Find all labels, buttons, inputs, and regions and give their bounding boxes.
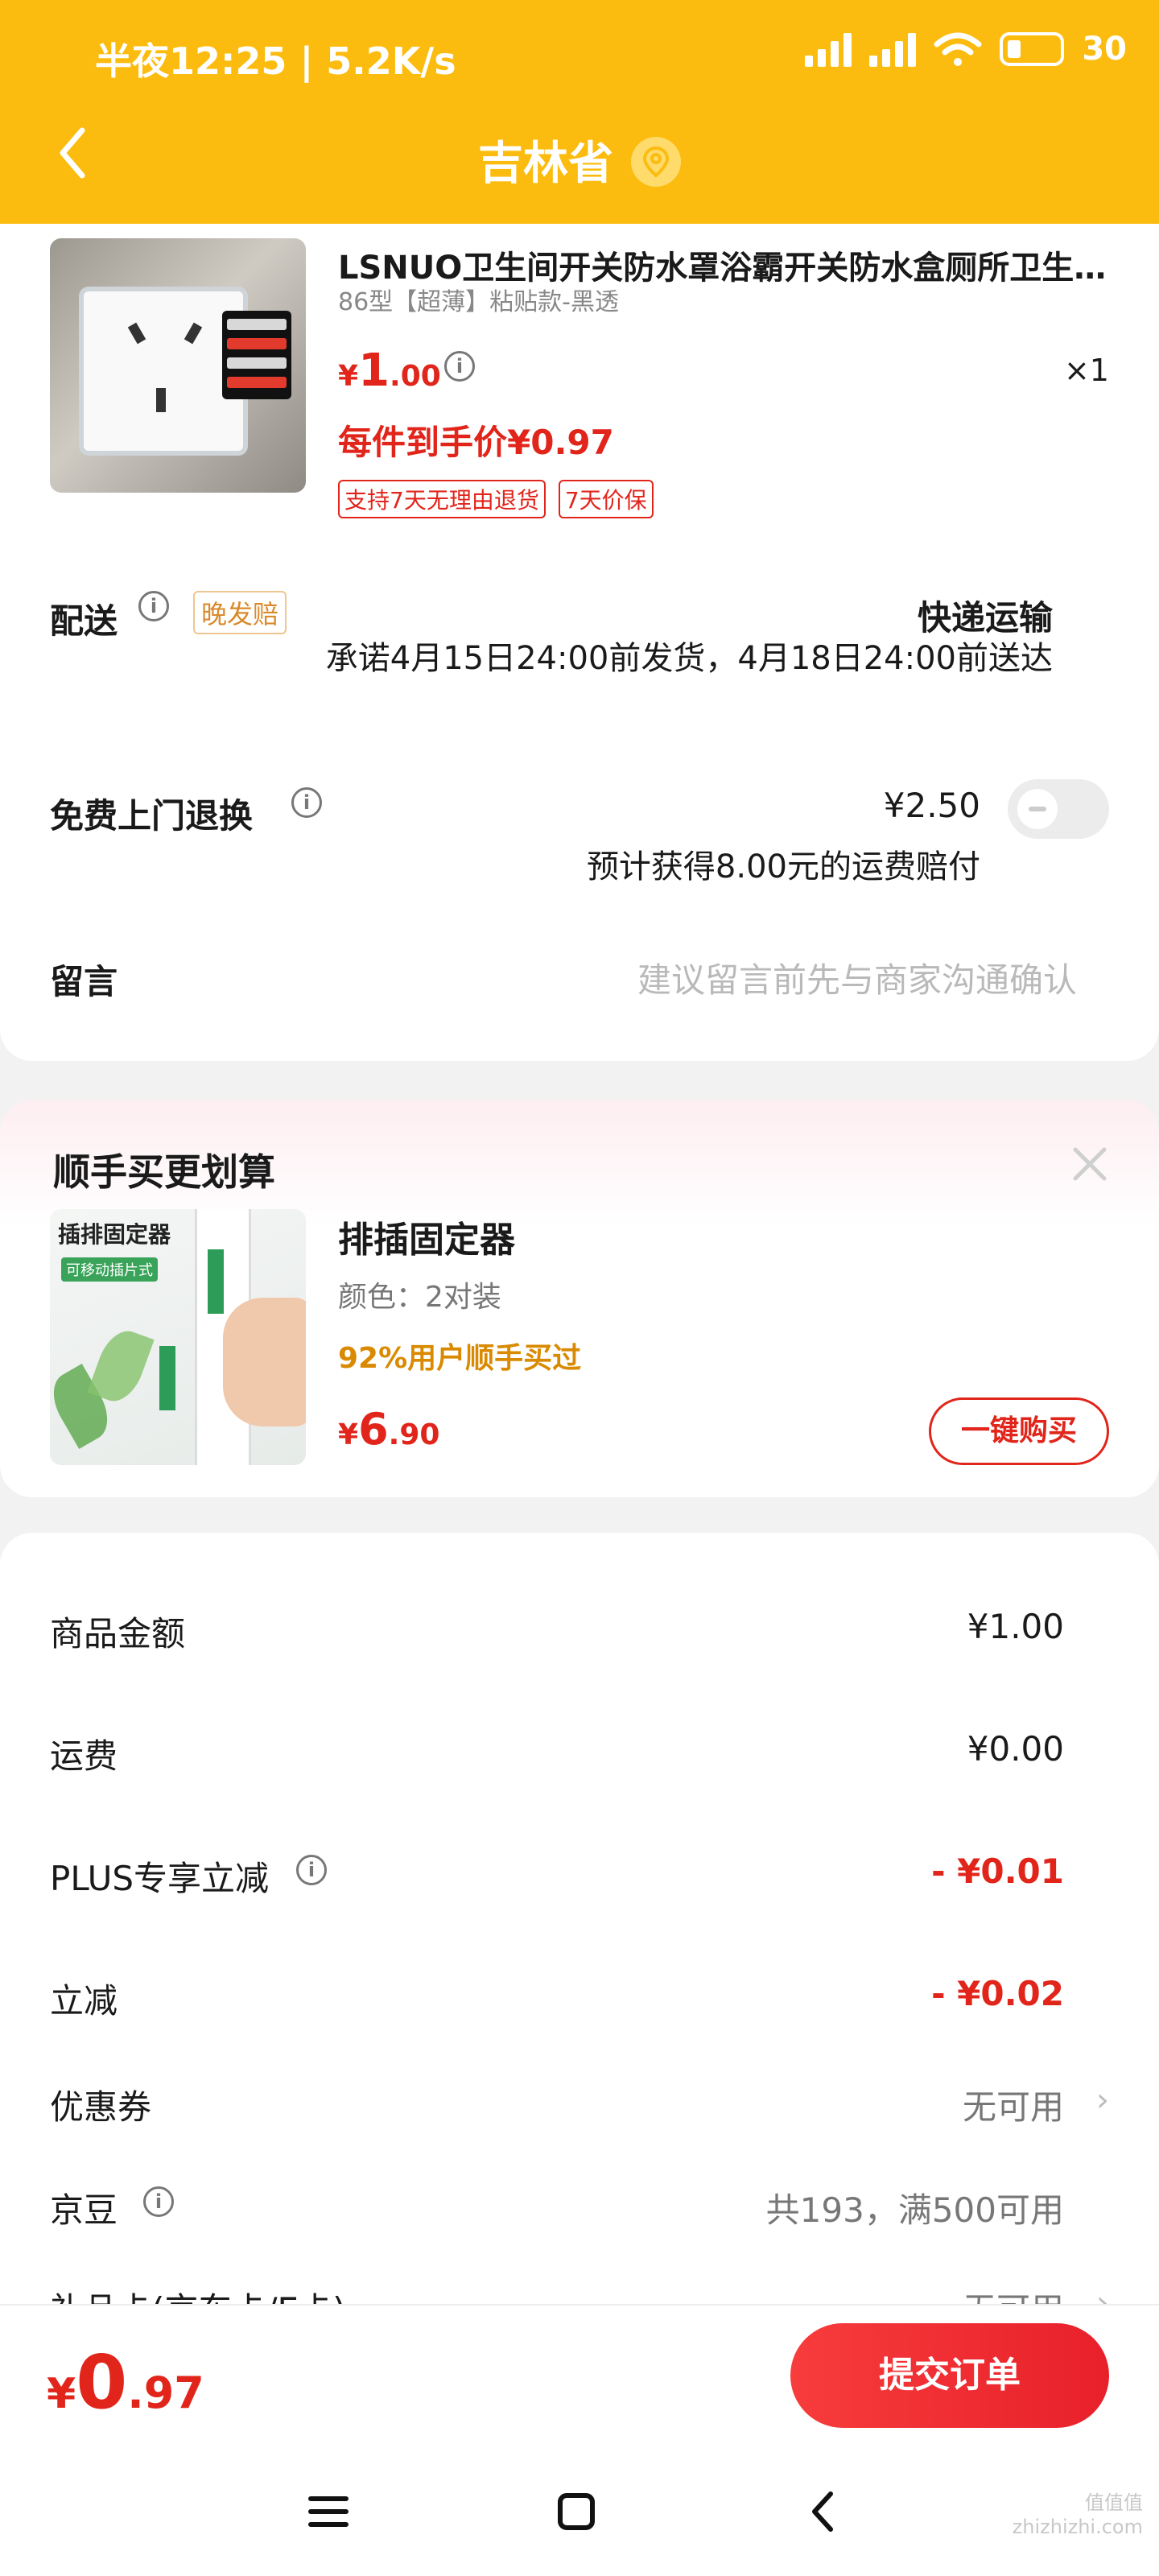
price-protect-badge: 7天价保 bbox=[558, 480, 654, 518]
upsell-title: 顺手买更划算 bbox=[53, 1150, 275, 1194]
submit-order-button[interactable]: 提交订单 bbox=[790, 2323, 1109, 2428]
coupon-row[interactable]: 优惠券 无可用 › bbox=[0, 2080, 1159, 2145]
product-image[interactable] bbox=[50, 238, 306, 493]
freight-value: ¥0.00 bbox=[967, 1729, 1064, 1769]
top-header: 半夜12:25 | 5.2K/s 30 吉林省 bbox=[0, 0, 1159, 225]
upsell-image-tag: 可移动插片式 bbox=[61, 1257, 158, 1282]
close-button[interactable] bbox=[1066, 1140, 1114, 1188]
message-input[interactable]: 建议留言前先与商家沟通确认 bbox=[637, 953, 1077, 1002]
battery-level: 30 bbox=[1082, 31, 1127, 68]
plus-info-icon[interactable]: i bbox=[296, 1855, 327, 1885]
late-compensation-badge: 晚发赔 bbox=[193, 591, 287, 634]
location-pin-icon[interactable] bbox=[631, 136, 681, 187]
status-icons: 30 bbox=[805, 31, 1127, 68]
status-time: 半夜12:25 | 5.2K/s bbox=[95, 39, 456, 83]
upsell-image[interactable]: 插排固定器 可移动插片式 bbox=[50, 1209, 306, 1465]
return-info-icon[interactable]: i bbox=[291, 787, 322, 818]
goods-amount-row: 商品金额 ¥1.00 bbox=[0, 1607, 1159, 1671]
product-price: ¥1.00 bbox=[338, 345, 441, 397]
product-spec: 86型【超薄】粘贴款-黑透 bbox=[338, 288, 619, 316]
upsell-spec: 颜色：2对装 bbox=[338, 1281, 501, 1314]
plus-discount-value: - ¥0.01 bbox=[931, 1852, 1064, 1891]
coupon-value: 无可用 bbox=[962, 2087, 1064, 2127]
delivery-promise: 承诺4月15日24:00前发货，4月18日24:00前送达 bbox=[325, 640, 1053, 677]
total-price: ¥0.97 bbox=[47, 2339, 204, 2425]
checkout-bar: ¥0.97 提交订单 值值值 zhizhizhi.com bbox=[0, 2304, 1159, 2576]
watermark: 值值值 zhizhizhi.com bbox=[1012, 2491, 1143, 2538]
product-quantity: ×1 bbox=[1063, 353, 1109, 388]
return-service-fee: ¥2.50 bbox=[883, 786, 980, 825]
plus-discount-label: PLUS专享立减 bbox=[50, 1859, 270, 1898]
home-icon[interactable] bbox=[544, 2479, 608, 2544]
close-icon bbox=[1073, 1147, 1107, 1181]
battery-icon bbox=[1000, 32, 1065, 66]
region-name: 吉林省 bbox=[478, 138, 613, 190]
delivery-method[interactable]: 快递运输 bbox=[918, 591, 1053, 640]
cell-signal-2-icon bbox=[869, 31, 917, 67]
menu-icon[interactable] bbox=[296, 2479, 361, 2544]
cell-signal-icon bbox=[805, 31, 852, 67]
fee-summary-card: 商品金额 ¥1.00 运费 ¥0.00 PLUS专享立减 i - ¥0.01 立… bbox=[0, 1533, 1159, 2338]
product-card: LSNUO卫生间开关防水罩浴霸开关防水盒厕所卫生间墙壁插座 86型【超薄】粘贴款… bbox=[0, 224, 1159, 1061]
jd-beans-label: 京豆 bbox=[50, 2190, 118, 2230]
goods-amount-value: ¥1.00 bbox=[967, 1607, 1064, 1646]
beans-info-icon[interactable]: i bbox=[143, 2186, 174, 2217]
instant-discount-label: 立减 bbox=[50, 1981, 118, 2021]
arrival-price: 每件到手价¥0.97 bbox=[338, 423, 614, 462]
freight-row: 运费 ¥0.00 bbox=[0, 1729, 1159, 1794]
page-title[interactable]: 吉林省 bbox=[0, 127, 1159, 192]
delivery-label: 配送 bbox=[50, 601, 118, 641]
wifi-icon bbox=[934, 32, 982, 66]
service-badges: 支持7天无理由退货 7天价保 bbox=[338, 480, 654, 518]
freight-label: 运费 bbox=[50, 1736, 118, 1776]
message-label: 留言 bbox=[50, 962, 118, 1001]
return-service-label: 免费上门退换 bbox=[50, 796, 254, 836]
instant-discount-row: 立减 - ¥0.02 bbox=[0, 1974, 1159, 2038]
upsell-price: ¥6.90 bbox=[338, 1404, 440, 1455]
back-nav-icon[interactable] bbox=[792, 2479, 856, 2544]
chevron-right-icon: › bbox=[1096, 2082, 1109, 2119]
price-info-icon[interactable]: i bbox=[444, 351, 475, 382]
upsell-image-label: 插排固定器 bbox=[58, 1221, 171, 1248]
return-badge: 支持7天无理由退货 bbox=[338, 480, 546, 518]
system-navigation bbox=[0, 2479, 1159, 2544]
upsell-name[interactable]: 排插固定器 bbox=[338, 1211, 515, 1262]
jd-beans-row: 京豆 i 共193，满500可用 bbox=[0, 2183, 1159, 2248]
return-service-toggle[interactable] bbox=[1008, 779, 1109, 839]
plus-discount-row: PLUS专享立减 i - ¥0.01 bbox=[0, 1852, 1159, 1916]
instant-discount-value: - ¥0.02 bbox=[931, 1974, 1064, 2013]
jd-beans-value: 共193，满500可用 bbox=[765, 2190, 1064, 2230]
coupon-label: 优惠券 bbox=[50, 2087, 152, 2127]
one-click-buy-button[interactable]: 一键购买 bbox=[929, 1397, 1109, 1465]
delivery-info-icon[interactable]: i bbox=[138, 591, 169, 621]
goods-amount-label: 商品金额 bbox=[50, 1614, 186, 1653]
upsell-social-proof: 92%用户顺手买过 bbox=[338, 1342, 582, 1375]
return-service-note: 预计获得8.00元的运费赔付 bbox=[586, 848, 980, 886]
upsell-card: 顺手买更划算 插排固定器 可移动插片式 排插固定器 颜色：2对装 92%用户顺手… bbox=[0, 1100, 1159, 1497]
